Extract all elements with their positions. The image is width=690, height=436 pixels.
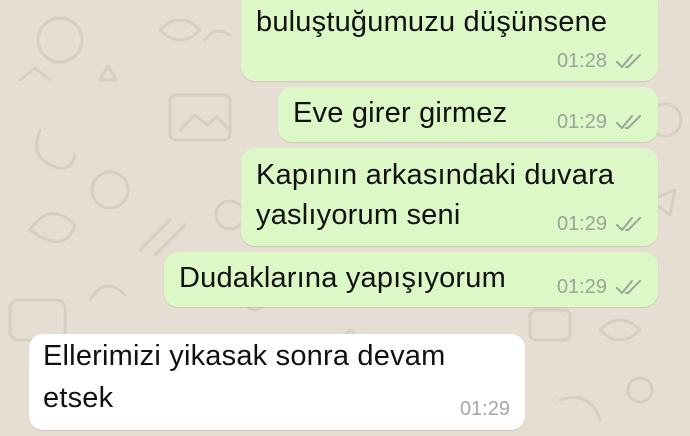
message-text: Dudaklarına yapışıyorum <box>179 262 506 294</box>
message-text-line-1: Kapının arkasındaki duvara <box>256 159 615 191</box>
message-timestamp: 01:29 <box>556 111 607 133</box>
outgoing-message-bubble[interactable]: Eve girer girmez 01:29 <box>278 87 658 142</box>
message-timestamp: 01:29 <box>556 213 607 235</box>
message-text: Eve girer girmez <box>293 97 508 129</box>
message-text-line-1: Ellerimizi yikasak sonra devam <box>43 340 446 372</box>
message-meta: 01:29 <box>557 213 643 235</box>
message-timestamp: 01:29 <box>556 276 607 298</box>
message-text: buluştuğumuzu düşünsene <box>256 6 608 38</box>
outgoing-message-bubble[interactable]: Kapının arkasındaki duvara yaslıyorum se… <box>241 148 658 246</box>
message-timestamp: 01:29 <box>459 398 510 420</box>
double-check-icon <box>616 217 641 231</box>
message-meta: 01:28 <box>557 50 643 72</box>
incoming-message-bubble[interactable]: Ellerimizi yikasak sonra devam etsek 01:… <box>29 334 525 430</box>
message-meta: 01:29 <box>460 398 510 420</box>
message-text-line-2: yaslıyorum seni <box>256 199 461 231</box>
outgoing-message-bubble[interactable]: Dudaklarına yapışıyorum 01:29 <box>164 252 658 307</box>
message-meta: 01:29 <box>557 111 643 133</box>
message-text-line-2: etsek <box>43 382 114 414</box>
message-timestamp: 01:28 <box>556 50 607 72</box>
double-check-icon <box>616 280 641 294</box>
message-meta: 01:29 <box>557 276 643 298</box>
outgoing-message-bubble[interactable]: buluştuğumuzu düşünsene 01:28 <box>241 0 658 81</box>
double-check-icon <box>616 54 641 68</box>
double-check-icon <box>616 115 641 129</box>
